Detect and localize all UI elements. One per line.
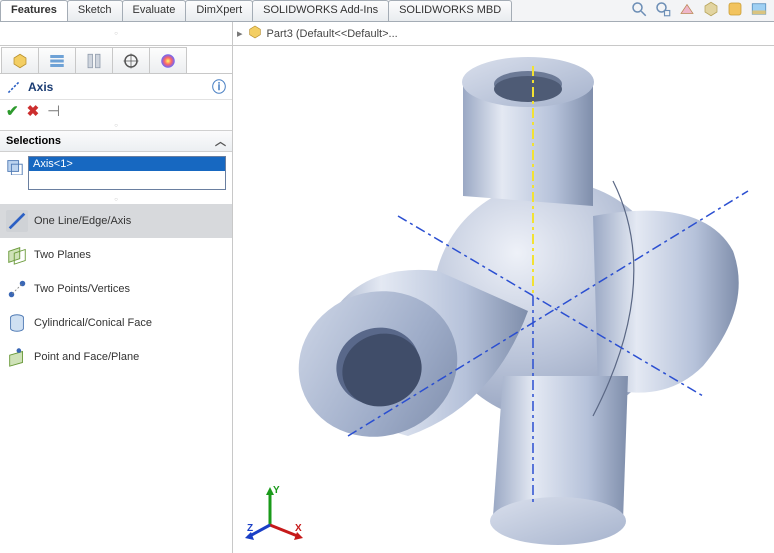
pin-button[interactable]: ⊣ (47, 102, 60, 120)
option-label: Point and Face/Plane (34, 351, 139, 363)
selections-label: Selections (6, 135, 61, 147)
option-two-points-vertices[interactable]: Two Points/Vertices (0, 272, 232, 306)
view-orientation-icon[interactable] (702, 0, 720, 21)
fm-tab-dimxpert-manager[interactable] (112, 47, 150, 73)
breadcrumb-part-label: Part3 (Default<<Default>... (267, 28, 398, 40)
model-cylinder-front (280, 270, 528, 457)
option-label: Two Points/Vertices (34, 283, 130, 295)
ok-button[interactable]: ✔ (6, 102, 19, 120)
option-one-line-edge-axis[interactable]: One Line/Edge/Axis (0, 204, 232, 238)
model-cylinder-bottom (490, 376, 628, 545)
tab-addins[interactable]: SOLIDWORKS Add-Ins (252, 0, 389, 21)
triad-x-label: X (295, 523, 302, 534)
chevron-right-icon: ▸ (237, 27, 243, 40)
tab-sketch[interactable]: Sketch (67, 0, 123, 21)
property-manager-title: Axis (28, 80, 53, 94)
tab-evaluate[interactable]: Evaluate (122, 0, 187, 21)
triad-y-label: Y (273, 485, 280, 496)
selection-item[interactable]: Axis<1> (29, 157, 225, 171)
rebuild-indicator (0, 22, 233, 46)
selections-listbox[interactable]: Axis<1> (28, 156, 226, 190)
cylindrical-face-icon (6, 312, 28, 334)
zoom-to-area-icon[interactable] (654, 0, 672, 21)
section-view-icon[interactable] (678, 0, 696, 21)
two-planes-icon (6, 244, 28, 266)
help-icon[interactable]: ⓘ (212, 77, 226, 97)
property-manager-controls: ✔ ✖ ⊣ (0, 100, 232, 122)
panel-divider (0, 196, 232, 204)
axis-icon (6, 79, 22, 95)
option-label: One Line/Edge/Axis (34, 215, 131, 227)
line-edge-axis-icon (6, 210, 28, 232)
breadcrumb-row: ▸ Part3 (Default<<Default>... (0, 22, 774, 46)
fm-tab-property-manager[interactable] (38, 47, 76, 73)
chevron-up-icon: ︿ (215, 133, 226, 149)
model-cylinder-top (462, 57, 594, 206)
origin-triad[interactable]: Y X Z (245, 485, 305, 545)
cancel-button[interactable]: ✖ (27, 102, 40, 120)
edit-appearance-icon[interactable] (726, 0, 744, 21)
tab-features[interactable]: Features (0, 0, 68, 21)
command-manager-tabs: Features Sketch Evaluate DimXpert SOLIDW… (0, 0, 774, 22)
feature-manager-tabs (0, 46, 232, 74)
two-points-icon (6, 278, 28, 300)
option-label: Cylindrical/Conical Face (34, 317, 152, 329)
panel-divider (0, 122, 232, 130)
option-cylindrical-conical-face[interactable]: Cylindrical/Conical Face (0, 306, 232, 340)
option-label: Two Planes (34, 249, 91, 261)
option-two-planes[interactable]: Two Planes (0, 238, 232, 272)
fm-tab-display-manager[interactable] (149, 47, 187, 73)
heads-up-toolbar (630, 0, 774, 21)
feature-manager-pane: Axis ⓘ ✔ ✖ ⊣ Selections ︿ Axis<1> (0, 46, 233, 553)
graphics-viewport[interactable]: Y X Z (233, 46, 774, 553)
fm-tab-configuration-manager[interactable] (75, 47, 113, 73)
tab-dimxpert[interactable]: DimXpert (185, 0, 253, 21)
fm-tab-feature-tree[interactable] (1, 47, 39, 73)
selection-entity-icon (6, 157, 24, 175)
breadcrumb[interactable]: ▸ Part3 (Default<<Default>... (233, 24, 398, 43)
zoom-to-fit-icon[interactable] (630, 0, 648, 21)
triad-z-label: Z (247, 523, 253, 534)
option-point-and-face-plane[interactable]: Point and Face/Plane (0, 340, 232, 374)
apply-scene-icon[interactable] (750, 0, 768, 21)
point-and-plane-icon (6, 346, 28, 368)
selections-group-header[interactable]: Selections ︿ (0, 130, 232, 152)
property-manager-title-bar: Axis ⓘ (0, 74, 232, 100)
part-icon (247, 24, 263, 43)
tab-mbd[interactable]: SOLIDWORKS MBD (388, 0, 512, 21)
